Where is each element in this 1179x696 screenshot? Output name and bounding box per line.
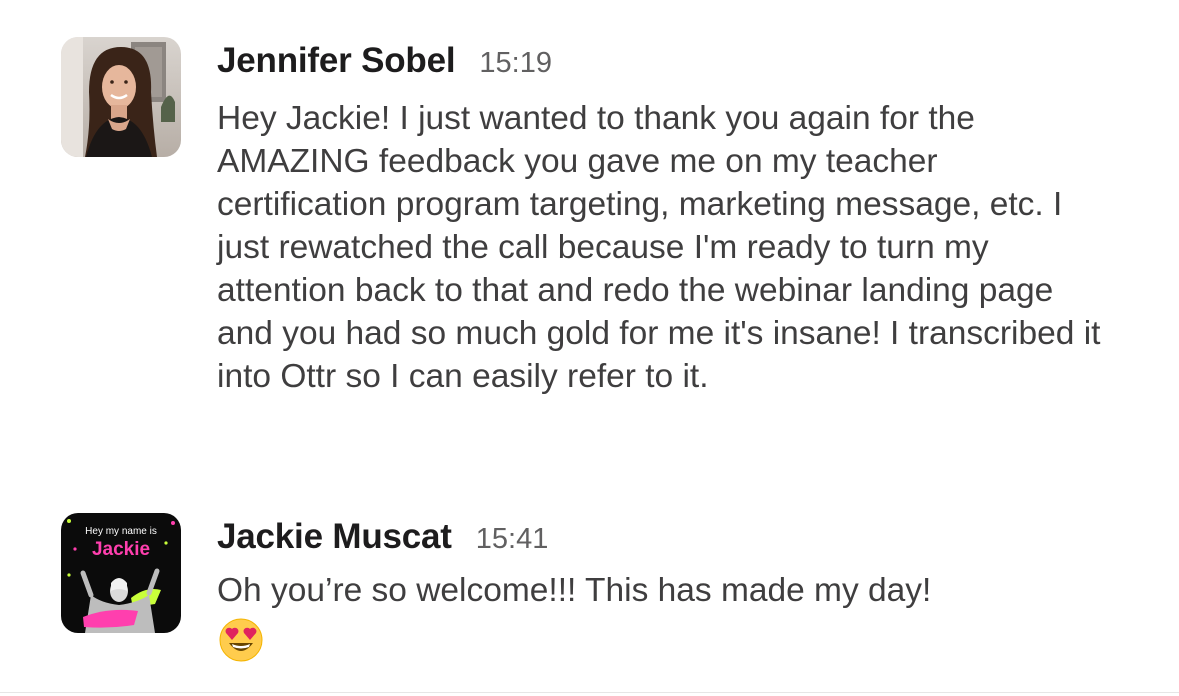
sender-name[interactable]: Jackie Muscat xyxy=(217,513,452,561)
message-header: Jackie Muscat 15:41 xyxy=(217,513,1117,561)
message-text: Hey Jackie! I just wanted to thank you a… xyxy=(217,100,1101,395)
divider xyxy=(0,692,1179,693)
message-header: Jennifer Sobel 15:19 xyxy=(217,37,1117,85)
heart-eyes-emoji-icon xyxy=(219,618,1102,673)
avatar[interactable] xyxy=(61,37,181,157)
timestamp[interactable]: 15:41 xyxy=(476,515,549,563)
sender-name[interactable]: Jennifer Sobel xyxy=(217,37,456,85)
avatar-big-text: Jackie xyxy=(92,539,150,560)
message-text: Oh you’re so welcome!!! This has made my… xyxy=(217,569,1102,673)
avatar-small-text: Hey my name is xyxy=(85,526,157,537)
message-content: Jackie Muscat 15:41 Oh you’re so welcome… xyxy=(217,513,1117,673)
avatar-photo-jennifer xyxy=(61,37,181,157)
message-thread: Jennifer Sobel 15:19 Hey Jackie! I just … xyxy=(0,0,1179,696)
message-text-content: Oh you’re so welcome!!! This has made my… xyxy=(217,572,932,609)
avatar-graphic-jackie: Hey my name is Jackie xyxy=(61,513,181,633)
message-content: Jennifer Sobel 15:19 Hey Jackie! I just … xyxy=(217,37,1117,398)
avatar[interactable]: Hey my name is Jackie xyxy=(61,513,181,633)
timestamp[interactable]: 15:19 xyxy=(479,39,552,87)
